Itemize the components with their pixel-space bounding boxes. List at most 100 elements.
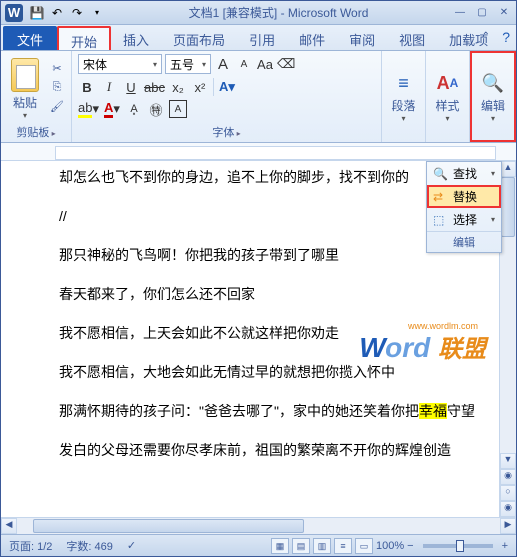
scroll-left-button[interactable]: ◀ — [1, 518, 17, 534]
watermark-url: www.wordlm.com — [408, 321, 478, 331]
draft-view[interactable]: ▭ — [355, 538, 373, 554]
tab-references[interactable]: 引用 — [237, 26, 287, 50]
clipboard-group-label: 剪贴板 — [7, 123, 65, 140]
font-size-select[interactable]: 五号▾ — [165, 54, 211, 74]
paste-icon — [11, 58, 39, 92]
scroll-thumb[interactable] — [501, 177, 515, 237]
fullscreen-view[interactable]: ▤ — [292, 538, 310, 554]
replace-menu-item[interactable]: ⇄ 替换 — [427, 185, 501, 208]
title-bar: W 💾 ↶ ↷ ▾ 文档1 [兼容模式] - Microsoft Word — … — [1, 1, 516, 25]
find-icon: 🔍 — [433, 167, 449, 181]
bold-button[interactable]: B — [78, 78, 96, 96]
prev-page-button[interactable]: ◉ — [500, 469, 516, 485]
font-color-icon[interactable]: A▾ — [103, 100, 121, 118]
paragraph-button[interactable]: ≡ 段落 ▾ — [388, 54, 419, 140]
zoom-level[interactable]: 100% — [376, 540, 404, 552]
copy-icon[interactable]: ⎘ — [49, 81, 65, 97]
tab-insert[interactable]: 插入 — [111, 26, 161, 50]
document-area: 却怎么也飞不到你的身边，追不上你的脚步，找不到你的 // 那只神秘的飞鸟啊！你把… — [1, 161, 516, 517]
group-editing: 🔍 编辑 ▾ — [470, 51, 516, 142]
qat-more-icon[interactable]: ▾ — [89, 5, 105, 21]
cut-icon[interactable]: ✂ — [49, 62, 65, 78]
horizontal-scrollbar: ◀ ▶ — [1, 517, 516, 534]
outline-view[interactable]: ≡ — [334, 538, 352, 554]
underline-button[interactable]: U — [122, 78, 140, 96]
char-border-icon[interactable]: A — [169, 100, 187, 118]
ribbon-tabs: 文件 开始 插入 页面布局 引用 邮件 审阅 视图 加载项 ⌃ ? — [1, 25, 516, 51]
paragraph-icon: ≡ — [392, 71, 416, 95]
select-icon: ⬚ — [433, 213, 449, 227]
subscript-button[interactable]: x₂ — [169, 78, 187, 96]
char-shading-icon[interactable]: A͓ — [125, 100, 143, 118]
web-layout-view[interactable]: ▥ — [313, 538, 331, 554]
change-case-icon[interactable]: Aa — [256, 55, 274, 73]
doc-line: 却怎么也飞不到你的身边，追不上你的脚步，找不到你的 — [59, 167, 479, 188]
page-status[interactable]: 页面: 1/2 — [9, 538, 52, 554]
tab-mail[interactable]: 邮件 — [287, 26, 337, 50]
next-page-button[interactable]: ◉ — [500, 501, 516, 517]
enclose-char-icon[interactable]: ㊕ — [147, 100, 165, 118]
format-painter-icon[interactable]: 🖌 — [49, 100, 65, 116]
ribbon: 粘贴 ▾ ✂ ⎘ 🖌 剪贴板 宋体▾ 五号▾ A A Aa ⌫ — [1, 51, 516, 143]
scroll-right-button[interactable]: ▶ — [500, 518, 516, 534]
close-button[interactable]: ✕ — [496, 6, 512, 20]
ribbon-collapse-icon[interactable]: ⌃ — [482, 31, 490, 42]
italic-button[interactable]: I — [100, 78, 118, 96]
tab-layout[interactable]: 页面布局 — [161, 26, 237, 50]
strikethrough-button[interactable]: abc — [144, 78, 165, 96]
zoom-out-button[interactable]: − — [407, 540, 413, 552]
tab-home[interactable]: 开始 — [57, 26, 111, 50]
highlight-color-icon[interactable]: ab▾ — [78, 100, 99, 118]
select-label: 选择 — [453, 211, 477, 228]
grow-font-icon[interactable]: A — [214, 55, 232, 73]
paste-button[interactable]: 粘贴 ▾ — [7, 56, 43, 122]
binoculars-icon: 🔍 — [481, 71, 505, 95]
tab-view[interactable]: 视图 — [387, 26, 437, 50]
hscroll-track[interactable] — [33, 518, 484, 534]
styles-button[interactable]: AA 样式 ▾ — [432, 54, 463, 140]
window-title: 文档1 [兼容模式] - Microsoft Word — [105, 4, 452, 21]
hscroll-thumb[interactable] — [33, 519, 304, 533]
word-count[interactable]: 字数: 469 — [66, 538, 112, 554]
paste-label: 粘贴 — [13, 94, 37, 111]
doc-line: 那满怀期待的孩子问："爸爸去哪了"，家中的她还笑着你把幸福守望 — [59, 401, 479, 422]
zoom-handle[interactable] — [456, 540, 464, 552]
save-icon[interactable]: 💾 — [29, 5, 45, 21]
shrink-font-icon[interactable]: A — [235, 55, 253, 73]
document-content[interactable]: 却怎么也飞不到你的身边，追不上你的脚步，找不到你的 // 那只神秘的飞鸟啊！你把… — [1, 161, 499, 517]
find-menu-item[interactable]: 🔍 查找 ▾ — [427, 162, 501, 185]
editing-button[interactable]: 🔍 编辑 ▾ — [478, 56, 508, 138]
scroll-up-button[interactable]: ▲ — [500, 161, 516, 177]
paragraph-label: 段落 — [391, 97, 415, 114]
proofing-icon[interactable]: ✓ — [127, 539, 136, 552]
undo-icon[interactable]: ↶ — [49, 5, 65, 21]
browse-object-button[interactable]: ○ — [500, 485, 516, 501]
print-layout-view[interactable]: ▦ — [271, 538, 289, 554]
group-clipboard: 粘贴 ▾ ✂ ⎘ 🖌 剪贴板 — [1, 51, 72, 142]
scroll-track[interactable] — [500, 177, 516, 453]
text-effects-icon[interactable]: A▾ — [218, 78, 236, 96]
styles-label: 样式 — [435, 97, 459, 114]
styles-icon: AA — [436, 71, 460, 95]
font-name-select[interactable]: 宋体▾ — [78, 54, 162, 74]
tab-file[interactable]: 文件 — [3, 26, 57, 50]
redo-icon[interactable]: ↷ — [69, 5, 85, 21]
replace-label: 替换 — [453, 188, 477, 205]
zoom-in-button[interactable]: + — [502, 540, 508, 552]
ruler[interactable] — [1, 143, 516, 161]
find-label: 查找 — [453, 165, 477, 182]
superscript-button[interactable]: x² — [191, 78, 209, 96]
tab-addins[interactable]: 加载项 — [437, 26, 500, 50]
clear-format-icon[interactable]: ⌫ — [277, 55, 295, 73]
tab-review[interactable]: 审阅 — [337, 26, 387, 50]
maximize-button[interactable]: ▢ — [474, 6, 490, 20]
select-menu-item[interactable]: ⬚ 选择 ▾ — [427, 208, 501, 231]
status-bar: 页面: 1/2 字数: 469 ✓ ▦ ▤ ▥ ≡ ▭ 100% − + — [1, 534, 516, 556]
doc-line: 发白的父母还需要你尽孝床前，祖国的繁荣离不开你的辉煌创造 — [59, 440, 479, 461]
scroll-down-button[interactable]: ▼ — [500, 453, 516, 469]
dropdown-footer: 编辑 — [427, 231, 501, 252]
minimize-button[interactable]: — — [452, 6, 468, 20]
help-icon[interactable]: ? — [502, 29, 510, 45]
zoom-slider[interactable] — [423, 544, 493, 548]
app-icon: W — [5, 4, 23, 22]
